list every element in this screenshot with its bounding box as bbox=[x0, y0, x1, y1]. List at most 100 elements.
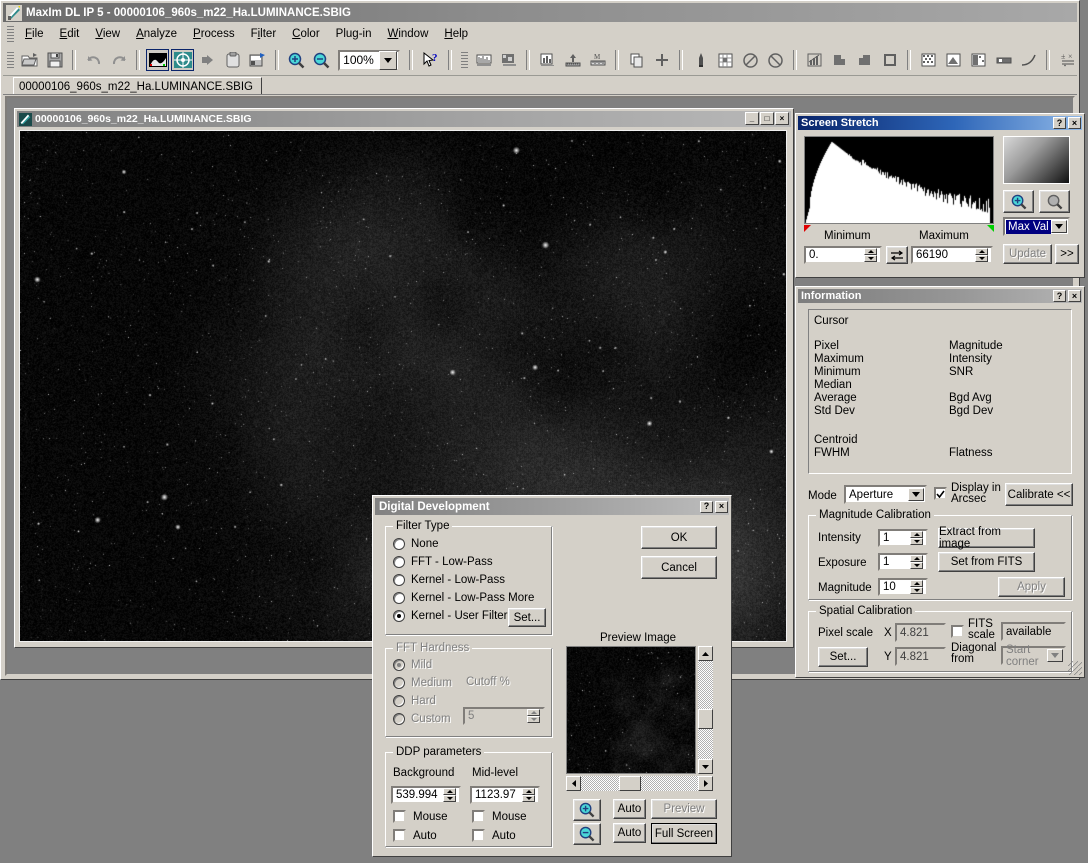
scroll-right-button[interactable] bbox=[698, 776, 713, 791]
math-icon[interactable]: ± × bbox=[1056, 49, 1079, 71]
polygon-icon[interactable] bbox=[828, 49, 851, 71]
background-spinner[interactable] bbox=[443, 788, 456, 802]
radio-hardness-custom[interactable] bbox=[393, 713, 405, 725]
clipboard-icon[interactable] bbox=[221, 49, 244, 71]
toolbar-grip-2[interactable] bbox=[461, 52, 468, 68]
curve-icon[interactable] bbox=[1017, 49, 1040, 71]
ok-button[interactable]: OK bbox=[641, 526, 717, 549]
histogram-min-marker[interactable] bbox=[804, 225, 811, 232]
menu-plugin[interactable]: Plug-in bbox=[328, 25, 380, 43]
copy-icon[interactable] bbox=[625, 49, 648, 71]
menu-grip[interactable] bbox=[7, 25, 14, 42]
preview-vscroll-thumb[interactable] bbox=[698, 709, 713, 729]
zoom-in-button[interactable] bbox=[1003, 190, 1034, 213]
help-button[interactable]: ? bbox=[1053, 117, 1066, 129]
histogram-icon[interactable] bbox=[536, 49, 559, 71]
screen-stretch-icon[interactable] bbox=[146, 49, 169, 71]
tab-document-0[interactable]: 00000106_960s_m22_Ha.LUMINANCE.SBIG bbox=[13, 77, 262, 94]
set-pixel-scale-button[interactable]: Set... bbox=[818, 647, 868, 667]
open-icon[interactable] bbox=[18, 49, 41, 71]
menu-file[interactable]: File bbox=[17, 25, 52, 43]
radio-filter-kernel-lowpass-more[interactable] bbox=[393, 592, 405, 604]
menu-color[interactable]: Color bbox=[284, 25, 328, 43]
half-circle-alt-icon[interactable] bbox=[764, 49, 787, 71]
half-circle-icon[interactable] bbox=[739, 49, 762, 71]
apply-button[interactable]: Apply bbox=[998, 577, 1065, 597]
fit-icon[interactable] bbox=[196, 49, 219, 71]
ddp-title-bar[interactable]: Digital Development ? × bbox=[375, 498, 729, 515]
maximize-button[interactable]: □ bbox=[760, 112, 774, 125]
chevron-down-icon[interactable] bbox=[379, 50, 397, 70]
close-button[interactable]: × bbox=[1068, 117, 1081, 129]
background-input[interactable]: 539.994 bbox=[391, 786, 461, 804]
intensity-spinner[interactable] bbox=[910, 531, 923, 545]
exposure-input[interactable]: 1 bbox=[878, 553, 928, 571]
rect-icon[interactable] bbox=[992, 49, 1015, 71]
radio-hardness-mild[interactable] bbox=[393, 659, 405, 671]
minimum-spinner[interactable] bbox=[864, 248, 877, 262]
radio-filter-kernel-lowpass[interactable] bbox=[393, 574, 405, 586]
full-screen-button[interactable]: Full Screen bbox=[651, 823, 717, 844]
background-auto-checkbox[interactable] bbox=[393, 829, 406, 842]
zoom-in-icon[interactable] bbox=[285, 49, 308, 71]
pixel-scale-x-input[interactable]: 4.821 bbox=[895, 623, 946, 642]
radio-filter-none[interactable] bbox=[393, 538, 405, 550]
plus-icon[interactable] bbox=[650, 49, 673, 71]
minimize-button[interactable]: _ bbox=[745, 112, 759, 125]
radio-hardness-hard[interactable] bbox=[393, 695, 405, 707]
preview-hscroll-thumb[interactable] bbox=[619, 776, 641, 791]
menu-view[interactable]: View bbox=[87, 25, 128, 43]
scroll-down-button[interactable] bbox=[698, 759, 713, 774]
scroll-up-button[interactable] bbox=[698, 646, 713, 661]
diagonal-from-combo[interactable]: Start corner bbox=[1001, 644, 1066, 668]
toolbar-grip[interactable] bbox=[7, 52, 14, 68]
menu-process[interactable]: Process bbox=[185, 25, 243, 43]
screen-stretch-title-bar[interactable]: Screen Stretch ? × bbox=[798, 116, 1082, 130]
histogram-display[interactable] bbox=[804, 136, 994, 224]
extract-from-image-button[interactable]: Extract from image bbox=[938, 526, 1035, 550]
app-title-bar[interactable]: MaxIm DL IP 5 - 00000106_960s_m22_Ha.LUM… bbox=[3, 3, 1077, 22]
chevron-down-icon[interactable] bbox=[1051, 220, 1067, 233]
swap-arrows-icon[interactable] bbox=[886, 246, 908, 264]
radio-filter-kernel-user[interactable] bbox=[393, 610, 405, 622]
square-icon[interactable] bbox=[878, 49, 901, 71]
information-icon[interactable] bbox=[171, 49, 194, 71]
noise-icon[interactable] bbox=[917, 49, 940, 71]
menu-filter[interactable]: Filter bbox=[243, 25, 285, 43]
save-icon[interactable] bbox=[43, 49, 66, 71]
midlevel-spinner[interactable] bbox=[522, 788, 535, 802]
image-window-title-bar[interactable]: 00000106_960s_m22_Ha.LUMINANCE.SBIG _ □ … bbox=[17, 111, 791, 127]
preview-image-canvas[interactable] bbox=[566, 646, 696, 774]
menu-help[interactable]: Help bbox=[436, 25, 476, 43]
help-button[interactable]: ? bbox=[700, 500, 713, 513]
preview-zoom-out-button[interactable] bbox=[573, 823, 601, 845]
radio-filter-fft-lowpass[interactable] bbox=[393, 556, 405, 568]
redo-icon[interactable] bbox=[107, 49, 130, 71]
pixel-math-icon[interactable] bbox=[561, 49, 584, 71]
stretch-mode-combo[interactable]: Max Val bbox=[1003, 217, 1070, 236]
area-profile-icon[interactable] bbox=[497, 49, 520, 71]
close-button[interactable]: × bbox=[715, 500, 728, 513]
expand-button[interactable]: >> bbox=[1055, 244, 1079, 264]
midlevel-input[interactable]: 1123.97 bbox=[470, 786, 540, 804]
resize-grip[interactable] bbox=[1068, 661, 1082, 675]
midlevel-auto-checkbox[interactable] bbox=[472, 829, 485, 842]
zoom-level-combo[interactable]: 100% bbox=[338, 49, 400, 71]
maximum-spinner[interactable] bbox=[975, 248, 988, 262]
background-mouse-checkbox[interactable] bbox=[393, 810, 406, 823]
set-kernel-button[interactable]: Set... bbox=[508, 608, 546, 627]
fits-scale-checkbox[interactable] bbox=[951, 625, 964, 638]
undo-icon[interactable] bbox=[82, 49, 105, 71]
polygon-alt-icon[interactable] bbox=[853, 49, 876, 71]
measure-icon[interactable]: M bbox=[586, 49, 609, 71]
menu-window[interactable]: Window bbox=[379, 25, 436, 43]
minimum-input[interactable]: 0. bbox=[804, 246, 882, 264]
cutoff-input[interactable]: 5 bbox=[463, 707, 545, 725]
noise-alt2-icon[interactable] bbox=[967, 49, 990, 71]
preview-button[interactable]: Preview bbox=[651, 799, 717, 819]
zoom-out-button[interactable] bbox=[1039, 190, 1070, 213]
auto-bottom-button[interactable]: Auto bbox=[613, 823, 646, 843]
set-from-fits-button[interactable]: Set from FITS bbox=[938, 552, 1035, 572]
cutoff-spinner[interactable] bbox=[527, 709, 540, 723]
maximum-input[interactable]: 66190 bbox=[911, 246, 993, 264]
